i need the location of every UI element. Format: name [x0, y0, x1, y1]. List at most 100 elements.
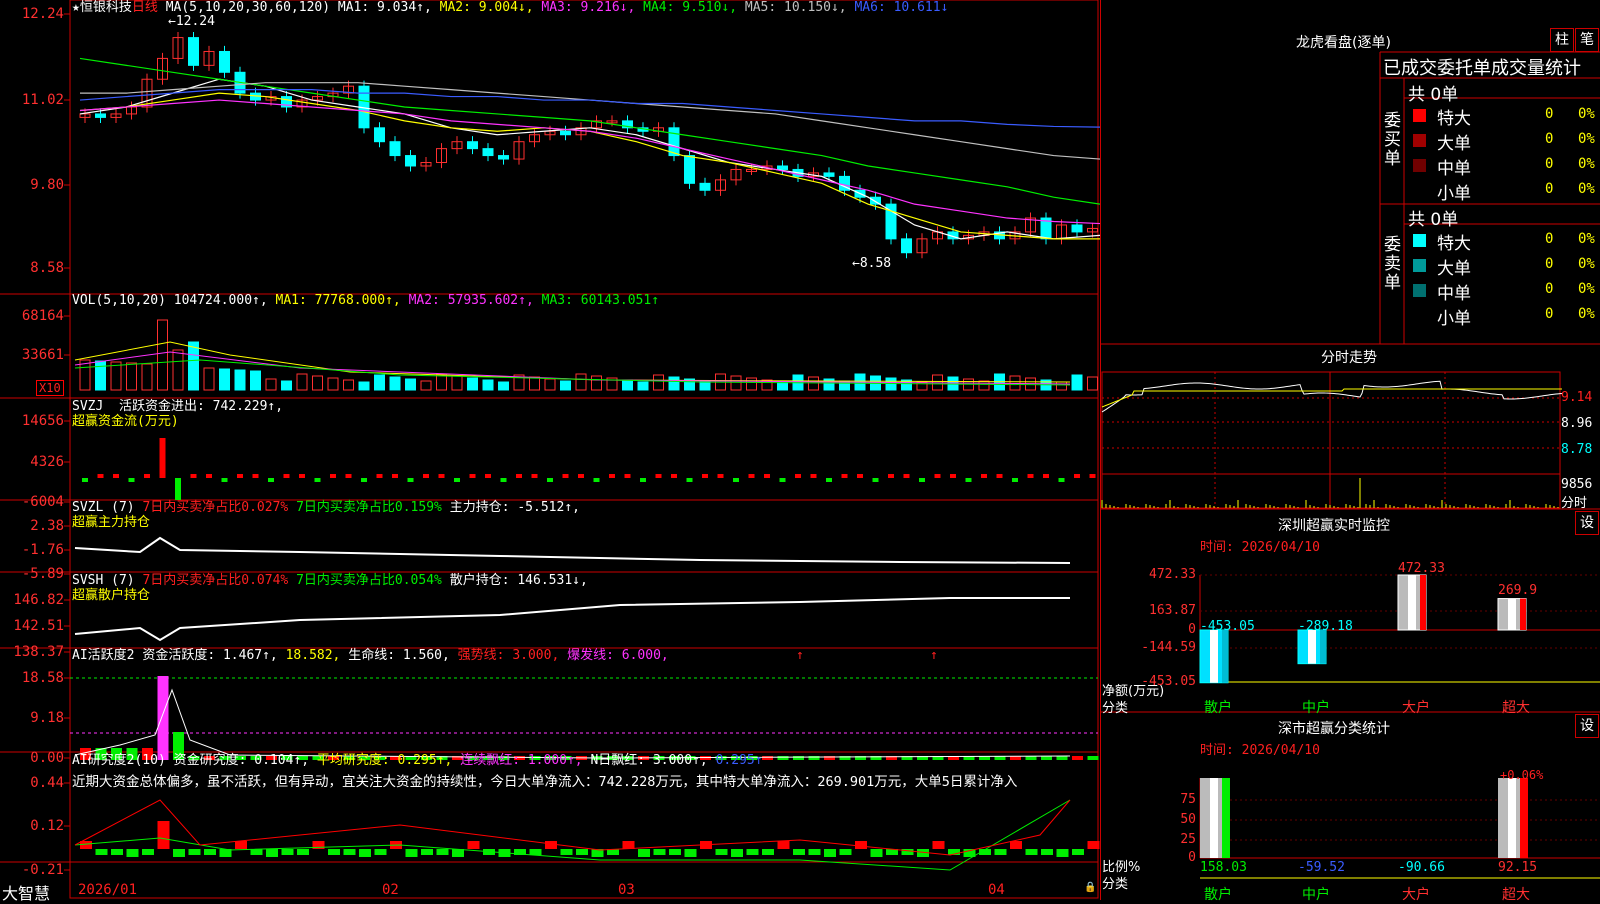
- buy-3-count: 0: [1545, 181, 1554, 197]
- svzl-subtitle: 超赢主力持仓: [72, 515, 151, 530]
- research-bar: [297, 849, 309, 855]
- volume-bar: [544, 378, 556, 391]
- sell-2-name: 中单: [1437, 284, 1471, 304]
- x-label-mar: 03: [618, 882, 635, 898]
- candle: [374, 127, 385, 143]
- candle: [684, 155, 695, 184]
- sell-3-count: 0: [1545, 306, 1554, 322]
- svzj-header: SVZJ 活跃资金进出: 742.229↑,: [72, 399, 284, 414]
- research-bar: [684, 849, 697, 857]
- sz-monitor-cat-0: 散户: [1204, 700, 1232, 716]
- research-bar: [669, 849, 681, 855]
- fund-flow-bar: [1027, 474, 1034, 478]
- sz-monitor-bar-edge: [1520, 598, 1526, 630]
- sz-monitor-bar-highlight: [1308, 630, 1316, 664]
- sz-monitor-value-1: -289.18: [1298, 619, 1353, 634]
- svzl-ytick-1: -1.76: [21, 542, 64, 558]
- sell-2-pct: 0%: [1578, 281, 1595, 297]
- fund-flow-bar: [795, 474, 801, 478]
- fund-flow-bar: [934, 474, 941, 478]
- vol-unit-badge[interactable]: X10: [36, 380, 64, 396]
- volume-bar: [312, 375, 323, 391]
- research-bar: [560, 849, 573, 855]
- research-bar: [436, 849, 449, 855]
- sz-class-settings-button[interactable]: 设: [1575, 714, 1599, 738]
- activity-bar: [1087, 756, 1099, 760]
- fund-flow-bar: [392, 474, 398, 478]
- activity-bar: [157, 676, 169, 760]
- tick-view-button[interactable]: 笔: [1575, 28, 1599, 52]
- sz-monitor-ytick-0: 472.33: [1149, 567, 1196, 582]
- sz-class-bar-edge: [1222, 778, 1230, 858]
- ma6-line: [79, 89, 1100, 128]
- ai-research-ytick-1: 0.12: [30, 818, 64, 834]
- research-bar: [359, 849, 371, 857]
- svzj-subtitle: 超赢资金流(万元): [72, 414, 179, 429]
- fund-flow-bar: [1089, 474, 1096, 478]
- buy-total: 共 0单: [1408, 85, 1459, 105]
- bar-view-button[interactable]: 柱: [1550, 28, 1574, 52]
- research-bar: [235, 841, 247, 849]
- intraday-title[interactable]: 分时走势: [1321, 347, 1377, 367]
- sz-class-ytick-2: 25: [1180, 832, 1196, 847]
- fund-flow-bar: [702, 474, 708, 478]
- svzj-ytick-1: 4326: [30, 454, 64, 470]
- x-label-feb: 02: [382, 882, 399, 898]
- research-bar: [1041, 849, 1053, 855]
- research-bar: [1056, 849, 1069, 857]
- fund-flow-bar: [128, 478, 135, 482]
- fund-flow-bar: [593, 478, 600, 482]
- stock-name: 恒银科技: [79, 0, 132, 15]
- research-bar: [328, 849, 340, 855]
- research-bar: [467, 841, 480, 849]
- volume-bar: [126, 362, 137, 391]
- fund-flow-bar: [1074, 474, 1080, 478]
- candle: [1071, 224, 1083, 233]
- activity-line: [74, 688, 1071, 759]
- favorite-star-icon[interactable]: ★: [72, 0, 80, 15]
- candle: [823, 172, 835, 177]
- fund-flow-bar: [655, 474, 662, 478]
- volume-bar: [188, 341, 199, 391]
- research-bar: [746, 849, 759, 855]
- research-bar: [1072, 849, 1084, 855]
- sz-monitor-settings-button[interactable]: 设: [1575, 511, 1599, 535]
- buy-3-name: 小单: [1437, 184, 1471, 204]
- sell-0-count: 0: [1545, 231, 1554, 247]
- volume-bar: [808, 376, 819, 391]
- sz-monitor-bar-highlight: [1210, 630, 1218, 683]
- buy-2-swatch: [1413, 159, 1426, 172]
- fund-flow-bar: [841, 474, 848, 478]
- fund-flow-bar: [671, 474, 677, 478]
- volume-bar: [1056, 381, 1067, 391]
- lock-icon[interactable]: 🔒: [1084, 882, 1096, 893]
- volume-bar: [1071, 374, 1083, 391]
- ma2-line: [79, 92, 1100, 240]
- sz-monitor-ytick-4: -453.05: [1141, 674, 1196, 689]
- ma3-line: [79, 99, 1100, 225]
- research-bar: [95, 849, 108, 855]
- research-bar: [576, 849, 588, 855]
- right-panels-canvas: [1100, 0, 1600, 900]
- volume-bar: [529, 376, 540, 391]
- candle: [405, 155, 416, 167]
- ma2-value: MA2: 9.004↓,: [439, 0, 534, 15]
- volume-bar: [730, 375, 742, 391]
- svzl-header: SVZL (7) 7日内买卖净占比0.027% 7日内买卖净占比0.159% 主…: [72, 500, 580, 515]
- ma5-value: MA5: 10.150↓,: [744, 0, 847, 15]
- svzl-ytick-2: -5.89: [21, 566, 64, 582]
- sz-class-ytick-3: 0: [1188, 850, 1196, 865]
- buy-0-count: 0: [1545, 106, 1554, 122]
- fund-flow-bar: [252, 474, 259, 478]
- research-bar: [731, 849, 743, 857]
- sz-monitor-value-3: 269.9: [1498, 583, 1538, 598]
- fund-flow-bar: [578, 474, 584, 478]
- research-bar: [793, 849, 805, 855]
- fund-flow-bar: [376, 474, 383, 478]
- volume-bar: [296, 373, 308, 391]
- candle: [498, 155, 509, 160]
- sz-monitor-bar-edge: [1320, 630, 1326, 664]
- research-bar: [777, 841, 790, 849]
- period-label[interactable]: 日线: [132, 0, 158, 15]
- lhkp-title: 龙虎看盘(逐单): [1296, 35, 1391, 51]
